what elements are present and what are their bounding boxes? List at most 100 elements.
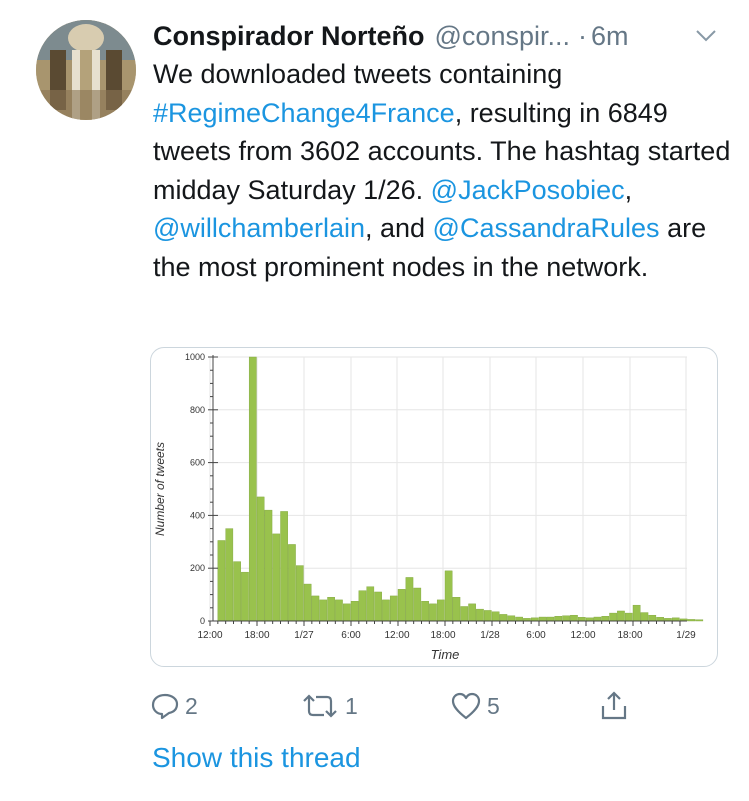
histogram-bar (444, 570, 453, 622)
histogram-bar (248, 356, 257, 622)
histogram-bar (233, 561, 241, 622)
x-tick-label: 12:00 (384, 630, 409, 641)
reply-count: 2 (185, 692, 198, 719)
histogram-bar (632, 604, 641, 622)
chart-image[interactable]: 0 200 400 600 800 1000 12:00 18:00 1/27 6:00 12:00… (150, 347, 718, 667)
histogram-bar (295, 565, 304, 622)
x-tick-label: 12:00 (197, 630, 222, 641)
histogram-bar (366, 586, 375, 622)
histogram-bar (648, 614, 657, 622)
y-axis-label: Number of tweets (153, 442, 167, 536)
mention-link[interactable]: @CassandraRules (433, 213, 660, 243)
x-axis-label: Time (431, 647, 460, 662)
timestamp[interactable]: 6m (591, 21, 629, 52)
tweet-text-segment: We downloaded tweets containing (153, 59, 563, 89)
histogram-bar (601, 616, 610, 622)
share-button[interactable] (598, 688, 630, 724)
histogram-bar (687, 619, 696, 622)
tweet-text-segment: , (624, 174, 633, 205)
show-thread-link[interactable]: Show this thread (152, 742, 361, 774)
histogram-bar (358, 590, 367, 622)
author-handle[interactable]: @conspir... (435, 21, 570, 52)
histogram-bar (468, 603, 476, 622)
histogram-bar (311, 595, 320, 622)
x-tick-label: 18:00 (244, 630, 269, 641)
x-tick-label: 6:00 (341, 630, 361, 641)
histogram-bar (288, 544, 296, 622)
tweets-histogram: 0 200 400 600 800 1000 12:00 18:00 1/27 6:00 12:00… (153, 352, 704, 662)
x-tick-label: 18:00 (617, 630, 642, 641)
histogram-bar (319, 599, 328, 622)
histogram-bar (538, 616, 547, 622)
mention-link[interactable]: @willchamberlain (153, 213, 365, 243)
histogram-bar (562, 615, 570, 622)
chevron-down-icon[interactable] (695, 28, 717, 44)
histogram-bar (554, 616, 563, 622)
x-tick-label: 6:00 (526, 630, 546, 641)
histogram-bar (421, 600, 429, 622)
separator-dot: · (577, 20, 587, 51)
histogram-bar (225, 528, 234, 622)
histogram-bar (335, 599, 343, 622)
histogram-bar (593, 616, 602, 622)
x-tick-label: 12:00 (570, 630, 595, 641)
y-tick-label: 200 (190, 563, 205, 573)
histogram-bar (491, 611, 500, 622)
histogram-bar (499, 614, 508, 622)
mention-link[interactable]: @JackPosobiec (431, 175, 625, 205)
retweet-count: 1 (345, 692, 358, 719)
heart-icon (451, 692, 481, 720)
histogram-bar (405, 577, 414, 622)
histogram-bar (280, 511, 288, 622)
share-icon (601, 691, 627, 720)
tweet-actions: 2 1 5 (150, 688, 650, 724)
tweet-text-segment: , and (364, 213, 433, 244)
y-tick-label: 1000 (185, 352, 205, 362)
author-name[interactable]: Conspirador Norteño (153, 21, 425, 52)
histogram-bar (515, 616, 523, 622)
reply-icon (151, 693, 179, 720)
histogram-bar (617, 610, 625, 622)
reply-button[interactable]: 2 (150, 688, 198, 724)
x-tick-label: 18:00 (430, 630, 455, 641)
histogram-bar (640, 612, 649, 622)
like-button[interactable]: 5 (450, 688, 500, 724)
histogram-bar (350, 600, 359, 622)
retweet-button[interactable]: 1 (300, 688, 358, 724)
histogram-bar (570, 614, 578, 622)
histogram-bar (429, 603, 437, 622)
histogram-bar (476, 608, 484, 622)
histogram-bar (483, 610, 492, 622)
histogram-bar (303, 583, 312, 622)
histogram-bar (436, 599, 445, 622)
x-tick-label: 1/27 (294, 630, 314, 641)
histogram-bar (382, 599, 390, 622)
y-tick-label: 0 (200, 616, 205, 626)
histogram-bar (413, 587, 422, 622)
histogram-bar (452, 597, 461, 622)
histogram-bar (256, 496, 265, 622)
histogram-bar (327, 597, 335, 622)
histogram-bar (695, 619, 704, 622)
histogram-bar (460, 606, 469, 622)
histogram-bar (264, 509, 273, 622)
histogram-bar (272, 533, 281, 622)
histogram-bar (546, 616, 555, 622)
x-tick-label: 1/28 (480, 630, 500, 641)
y-tick-label: 400 (190, 510, 205, 520)
tweet-text: We downloaded tweets containing #RegimeC… (153, 55, 733, 287)
hashtag-link[interactable]: #RegimeChange4France (153, 98, 455, 128)
histogram-bar (507, 615, 516, 622)
histogram-bar (217, 540, 226, 622)
avatar[interactable] (36, 20, 136, 120)
histogram-bar (374, 591, 382, 622)
histogram-bar (656, 617, 664, 622)
avatar-image (36, 20, 136, 120)
y-tick-label: 600 (190, 458, 205, 468)
histogram-bar (241, 571, 249, 622)
histogram-bar (624, 612, 633, 622)
histogram-bar (397, 589, 406, 622)
histogram-bar (389, 595, 398, 622)
histogram-bar (342, 603, 351, 622)
histogram-bar (577, 617, 586, 622)
